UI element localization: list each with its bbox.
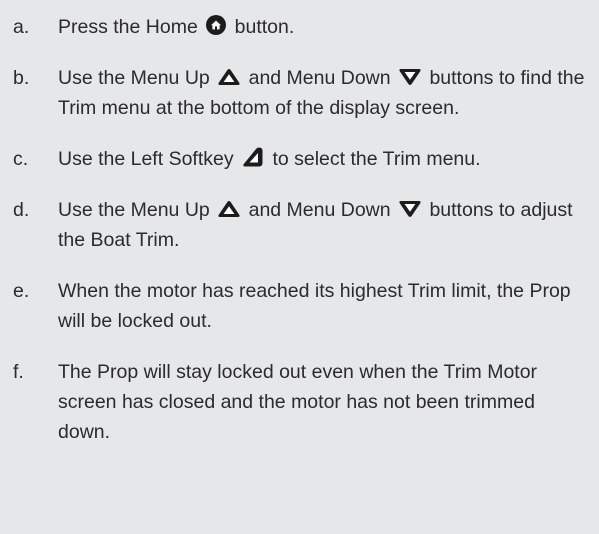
menu-up-icon [217, 199, 241, 219]
step-text: and Menu Down [248, 199, 391, 221]
step-text: and Menu Down [248, 67, 391, 89]
step-text: Press the Home [58, 16, 198, 38]
step-text: button. [234, 16, 295, 38]
left-softkey-icon [241, 146, 265, 168]
step-marker: b. [13, 67, 30, 89]
step-a: a. Press the Home button. [0, 12, 599, 42]
steps-list: a. Press the Home button. b. Use the Men… [0, 12, 599, 447]
step-marker: c. [13, 148, 29, 170]
menu-down-icon [398, 67, 422, 87]
step-e: e. When the motor has reached its highes… [0, 276, 599, 336]
step-marker: e. [13, 280, 30, 302]
step-marker: d. [13, 199, 30, 221]
step-c: c. Use the Left Softkey to select the Tr… [0, 144, 599, 174]
home-icon [205, 14, 227, 36]
step-text: When the motor has reached its highest T… [58, 280, 571, 332]
step-text: Use the Menu Up [58, 67, 210, 89]
step-f: f. The Prop will stay locked out even wh… [0, 357, 599, 447]
step-b: b. Use the Menu Up and Menu Down buttons… [0, 63, 599, 123]
step-marker: a. [13, 16, 30, 38]
step-text: to select the Trim menu. [272, 148, 481, 170]
step-text: The Prop will stay locked out even when … [58, 361, 538, 443]
menu-up-icon [217, 67, 241, 87]
step-text: Use the Left Softkey [58, 148, 234, 170]
step-marker: f. [13, 361, 24, 383]
menu-down-icon [398, 199, 422, 219]
step-text: Use the Menu Up [58, 199, 210, 221]
step-d: d. Use the Menu Up and Menu Down buttons… [0, 195, 599, 255]
instruction-page: a. Press the Home button. b. Use the Men… [0, 0, 599, 534]
